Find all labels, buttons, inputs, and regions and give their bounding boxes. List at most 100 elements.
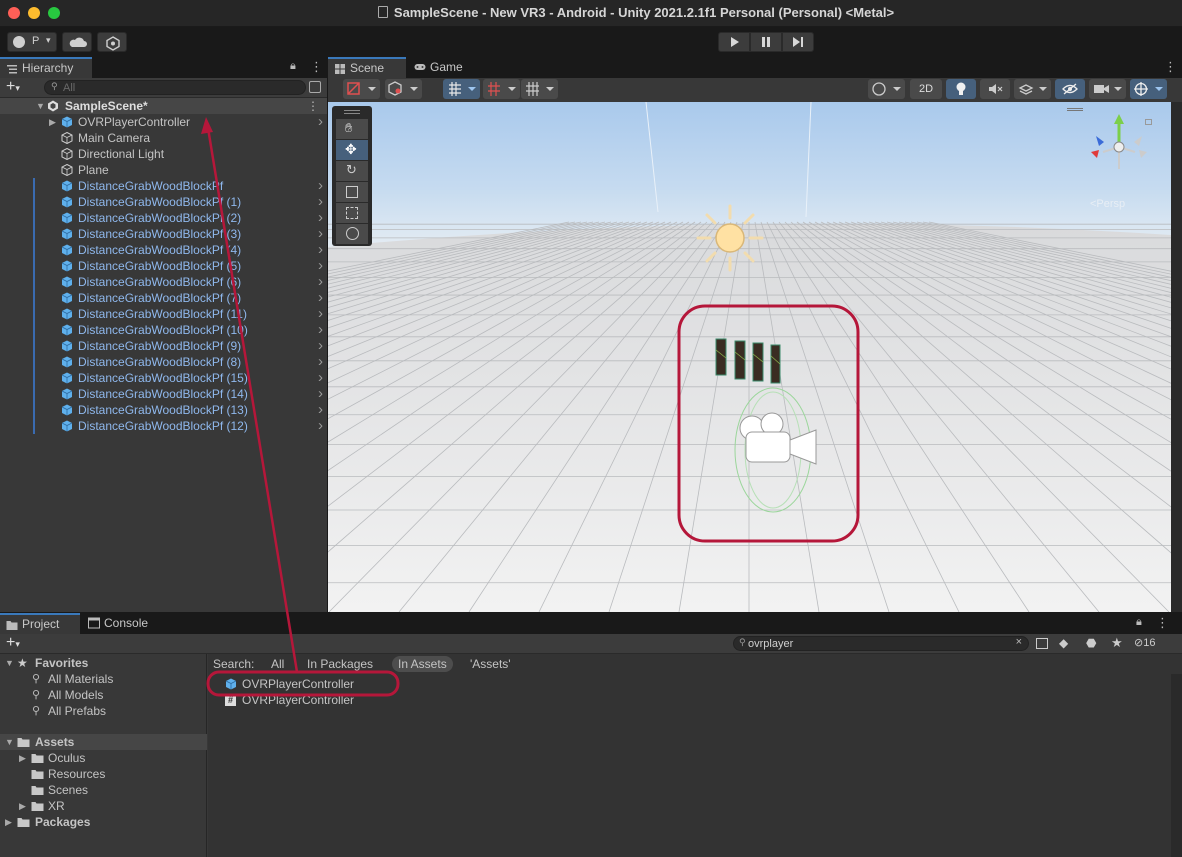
expand-triangle-icon[interactable]: ▶ — [19, 798, 26, 814]
open-prefab-chevron-icon[interactable]: › — [318, 338, 323, 354]
hierarchy-item[interactable]: DistanceGrabWoodBlockPf (5) › — [0, 258, 327, 274]
open-prefab-chevron-icon[interactable]: › — [318, 194, 323, 210]
hierarchy-item[interactable]: Directional Light — [0, 146, 327, 162]
scene-right-scrollbar[interactable] — [1171, 102, 1182, 612]
tab-hierarchy[interactable]: Hierarchy — [0, 57, 92, 78]
hierarchy-item[interactable]: DistanceGrabWoodBlockPf (9) › — [0, 338, 327, 354]
step-button[interactable] — [782, 32, 814, 52]
transform-tool-button[interactable] — [336, 224, 368, 244]
open-prefab-chevron-icon[interactable]: › — [318, 322, 323, 338]
results-scrollbar[interactable] — [1171, 674, 1182, 857]
favorite-item[interactable]: ⚲ All Models — [0, 687, 207, 703]
open-prefab-chevron-icon[interactable]: › — [318, 370, 323, 386]
more-options-icon[interactable]: ⋮ — [1156, 615, 1169, 631]
scope-assets-folder[interactable]: 'Assets' — [470, 657, 511, 671]
scope-in-packages[interactable]: In Packages — [307, 657, 373, 671]
asset-folder-item[interactable]: ▶ Oculus — [0, 750, 207, 766]
result-row[interactable]: # OVRPlayerController — [208, 692, 1171, 708]
pause-button[interactable] — [750, 32, 782, 52]
hierarchy-search-input[interactable]: ⚲ All — [44, 80, 306, 95]
filter-by-label-icon[interactable]: ⬣ — [1086, 636, 1096, 650]
open-prefab-chevron-icon[interactable]: › — [318, 226, 323, 242]
search-options-icon[interactable] — [309, 81, 321, 93]
hidden-packages-toggle[interactable]: ⊘16 — [1134, 636, 1155, 649]
tab-console[interactable]: Console — [82, 613, 162, 634]
directional-light-icon[interactable] — [694, 202, 766, 274]
favorite-item[interactable]: ⚲ All Materials — [0, 671, 207, 687]
hand-tool-button[interactable]: ✋︎ — [336, 119, 368, 139]
open-prefab-chevron-icon[interactable]: › — [318, 354, 323, 370]
lighting-toggle[interactable] — [946, 79, 976, 99]
hierarchy-item[interactable]: DistanceGrabWoodBlockPf (7) › — [0, 290, 327, 306]
hierarchy-item[interactable]: DistanceGrabWoodBlockPf (6) › — [0, 274, 327, 290]
gizmo-menu-icon[interactable] — [1067, 108, 1083, 111]
more-options-icon[interactable]: ⋮ — [310, 59, 323, 75]
gizmos-dropdown[interactable] — [1130, 79, 1167, 99]
project-search-input[interactable]: ⚲ ovrplayer × — [733, 636, 1029, 651]
expand-triangle-icon[interactable]: ▶ — [49, 114, 56, 130]
scene-row[interactable]: ▼ SampleScene* ⋮ — [0, 98, 327, 114]
open-prefab-chevron-icon[interactable]: › — [318, 290, 323, 306]
favorites-header[interactable]: ▼ ★ Favorites — [0, 655, 207, 671]
expand-triangle-icon[interactable]: ▶ — [19, 750, 26, 766]
open-prefab-chevron-icon[interactable]: › — [318, 242, 323, 258]
hierarchy-item[interactable]: Main Camera — [0, 130, 327, 146]
perspective-label[interactable]: <Persp — [1090, 198, 1125, 210]
assets-header[interactable]: ▼ Assets — [0, 734, 207, 750]
cloud-button[interactable] — [62, 32, 92, 52]
add-button[interactable]: +▾ — [6, 78, 20, 97]
open-prefab-chevron-icon[interactable]: › — [318, 402, 323, 418]
hierarchy-item[interactable]: DistanceGrabWoodBlockPf › — [0, 178, 327, 194]
audio-toggle[interactable] — [980, 79, 1010, 99]
filter-by-type-icon[interactable]: ◆ — [1059, 636, 1068, 650]
hierarchy-item[interactable]: DistanceGrabWoodBlockPf (14) › — [0, 386, 327, 402]
draw-mode-dropdown[interactable] — [343, 79, 380, 99]
favorite-item[interactable]: ⚲ All Prefabs — [0, 703, 207, 719]
scene-options-icon[interactable]: ⋮ — [307, 98, 319, 114]
effects-dropdown[interactable] — [1014, 79, 1051, 99]
orientation-gizmo[interactable] — [1084, 112, 1154, 182]
more-options-icon[interactable]: ⋮ — [1164, 59, 1177, 75]
tab-project[interactable]: Project — [0, 613, 80, 634]
hierarchy-item[interactable]: DistanceGrabWoodBlockPf (15) › — [0, 370, 327, 386]
play-button[interactable] — [718, 32, 750, 52]
open-prefab-chevron-icon[interactable]: › — [318, 418, 323, 434]
hierarchy-item[interactable]: DistanceGrabWoodBlockPf (1) › — [0, 194, 327, 210]
drag-handle-icon[interactable] — [344, 110, 360, 114]
wood-blocks-object[interactable] — [713, 336, 783, 386]
hierarchy-item[interactable]: Plane — [0, 162, 327, 178]
grid-snapping-dropdown[interactable] — [443, 79, 480, 99]
open-prefab-chevron-icon[interactable]: › — [318, 306, 323, 322]
open-prefab-chevron-icon[interactable]: › — [318, 210, 323, 226]
scene-visibility-toggle[interactable] — [1055, 79, 1085, 99]
asset-folder-item[interactable]: ▶ XR — [0, 798, 207, 814]
increment-snap-dropdown[interactable] — [483, 79, 520, 99]
hierarchy-item[interactable]: DistanceGrabWoodBlockPf (2) › — [0, 210, 327, 226]
global-illumination-dropdown[interactable] — [868, 79, 905, 99]
hierarchy-item[interactable]: DistanceGrabWoodBlockPf (10) › — [0, 322, 327, 338]
asset-folder-item[interactable]: Resources — [0, 766, 207, 782]
scope-in-assets[interactable]: In Assets — [392, 656, 453, 672]
move-tool-button[interactable]: ✥ — [336, 140, 368, 160]
create-button[interactable]: +▾ — [6, 634, 20, 653]
hierarchy-item[interactable]: ▶ OVRPlayerController › — [0, 114, 327, 130]
tab-scene[interactable]: Scene — [328, 57, 406, 78]
open-prefab-chevron-icon[interactable]: › — [318, 274, 323, 290]
hierarchy-item[interactable]: DistanceGrabWoodBlockPf (3) › — [0, 226, 327, 242]
rotate-tool-button[interactable]: ↻ — [336, 161, 368, 181]
collapse-triangle-icon[interactable]: ▼ — [5, 655, 14, 671]
expand-triangle-icon[interactable]: ▶ — [5, 814, 12, 830]
hierarchy-item[interactable]: DistanceGrabWoodBlockPf (12) › — [0, 418, 327, 434]
tab-game[interactable]: Game — [408, 57, 478, 78]
collapse-triangle-icon[interactable]: ▼ — [36, 98, 45, 114]
grid-visibility-dropdown[interactable] — [521, 79, 558, 99]
open-prefab-chevron-icon[interactable]: › — [318, 178, 323, 194]
hierarchy-item[interactable]: DistanceGrabWoodBlockPf (4) › — [0, 242, 327, 258]
open-prefab-chevron-icon[interactable]: › — [318, 258, 323, 274]
lock-icon[interactable]: 🔒︎ — [290, 60, 296, 73]
account-dropdown[interactable]: P ▾ — [7, 32, 57, 52]
search-by-type-icon[interactable] — [1036, 638, 1048, 649]
collapse-triangle-icon[interactable]: ▼ — [5, 734, 14, 750]
scope-all[interactable]: All — [271, 657, 284, 671]
scale-tool-button[interactable] — [336, 182, 368, 202]
